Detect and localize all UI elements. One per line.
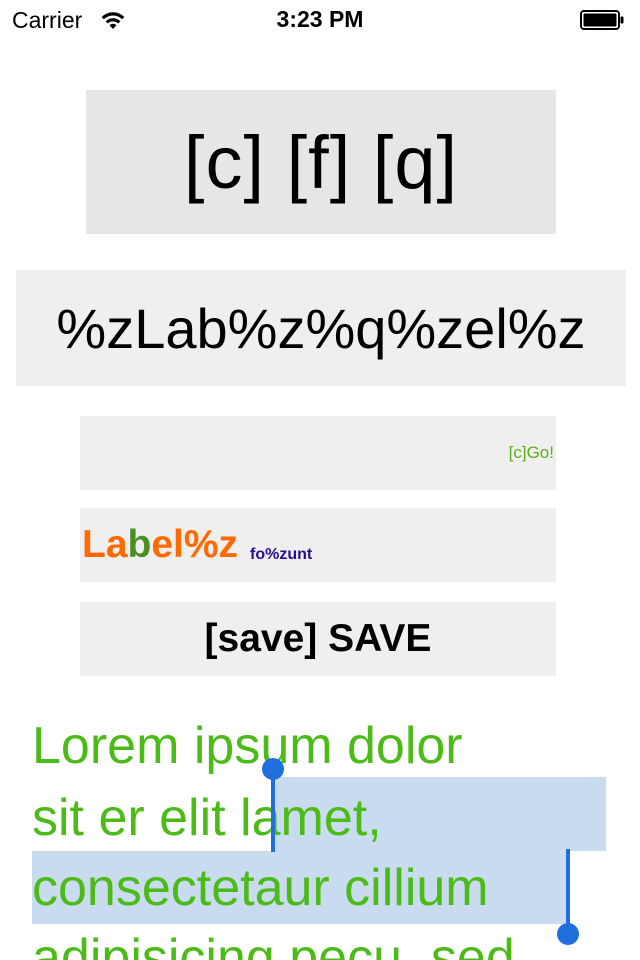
styled-label: Label%z fo%zunt: [80, 508, 556, 582]
go-button-label: [c]Go!: [508, 443, 554, 462]
text-line: adipisicing pecu, sed: [32, 929, 515, 960]
battery-icon: [580, 10, 624, 30]
top-label: [c] [f] [q]: [86, 90, 556, 234]
text-line: sit er elit lamet,: [32, 789, 382, 847]
status-bar: Carrier 3:23 PM: [0, 0, 640, 40]
styled-label-suffix: fo%zunt: [250, 546, 313, 563]
styled-label-part: La: [82, 523, 128, 566]
selection-start-caret: [271, 772, 275, 852]
second-label-text: %zLab%z%q%zel%z: [56, 296, 586, 360]
top-label-text: [c] [f] [q]: [183, 120, 459, 204]
styled-label-part: el%z: [151, 523, 239, 566]
selection-end-caret: [566, 849, 570, 927]
text-line: Lorem ipsum dolor: [32, 717, 463, 775]
app-screen: Carrier 3:23 PM [c] [f] [q] %zLab%z%q%ze…: [0, 0, 640, 960]
selection-end-handle[interactable]: [557, 923, 579, 945]
save-button[interactable]: [save] SAVE: [80, 602, 556, 676]
text-view[interactable]: Lorem ipsum dolor sit er elit lamet, con…: [0, 700, 640, 960]
go-button[interactable]: [c]Go!: [80, 416, 556, 490]
styled-label-main: Label%z: [82, 523, 238, 567]
status-time: 3:23 PM: [276, 6, 364, 32]
text-line: consectetaur cillium: [32, 859, 489, 917]
save-button-label: [save] SAVE: [204, 617, 432, 660]
styled-label-part: b: [127, 523, 152, 566]
second-label: %zLab%z%q%zel%z: [16, 270, 626, 386]
